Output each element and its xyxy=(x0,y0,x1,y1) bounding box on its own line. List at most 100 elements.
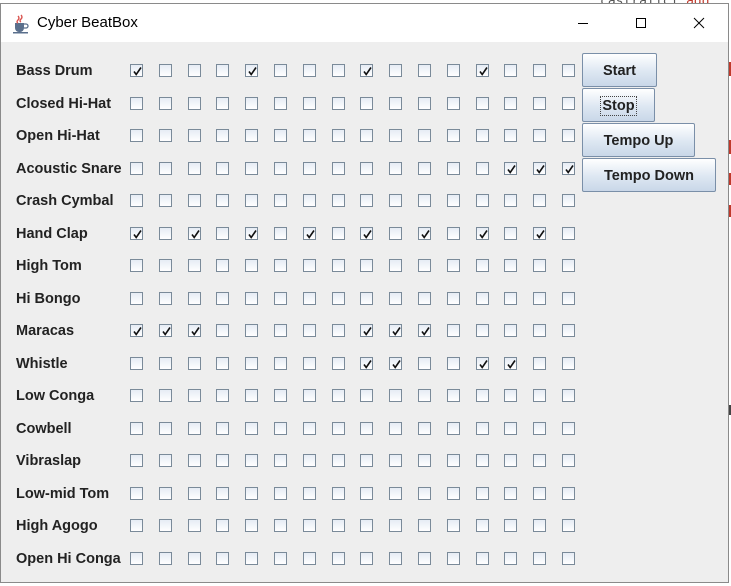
beat-checkbox[interactable] xyxy=(245,422,258,435)
beat-checkbox[interactable] xyxy=(188,389,201,402)
beat-checkbox[interactable] xyxy=(562,259,575,272)
minimize-button[interactable] xyxy=(554,4,612,42)
beat-checkbox[interactable] xyxy=(159,519,172,532)
beat-checkbox[interactable] xyxy=(274,324,287,337)
beat-checkbox[interactable] xyxy=(216,357,229,370)
beat-checkbox[interactable] xyxy=(130,129,143,142)
beat-checkbox[interactable] xyxy=(389,519,402,532)
beat-checkbox[interactable] xyxy=(447,552,460,565)
beat-checkbox[interactable] xyxy=(562,324,575,337)
tempo-up-button[interactable]: Tempo Up xyxy=(582,123,695,157)
close-button[interactable] xyxy=(670,4,728,42)
beat-checkbox[interactable] xyxy=(389,194,402,207)
beat-checkbox[interactable] xyxy=(389,357,402,370)
beat-checkbox[interactable] xyxy=(303,357,316,370)
beat-checkbox[interactable] xyxy=(476,162,489,175)
beat-checkbox[interactable] xyxy=(447,194,460,207)
beat-checkbox[interactable] xyxy=(360,162,373,175)
beat-checkbox[interactable] xyxy=(303,227,316,240)
beat-checkbox[interactable] xyxy=(245,292,258,305)
beat-checkbox[interactable] xyxy=(188,357,201,370)
beat-checkbox[interactable] xyxy=(130,487,143,500)
beat-checkbox[interactable] xyxy=(159,357,172,370)
beat-checkbox[interactable] xyxy=(216,389,229,402)
beat-checkbox[interactable] xyxy=(476,389,489,402)
beat-checkbox[interactable] xyxy=(476,129,489,142)
beat-checkbox[interactable] xyxy=(533,227,546,240)
beat-checkbox[interactable] xyxy=(188,97,201,110)
stop-button[interactable]: Stop xyxy=(582,88,655,122)
beat-checkbox[interactable] xyxy=(332,259,345,272)
beat-checkbox[interactable] xyxy=(447,292,460,305)
beat-checkbox[interactable] xyxy=(130,97,143,110)
beat-checkbox[interactable] xyxy=(562,422,575,435)
beat-checkbox[interactable] xyxy=(562,97,575,110)
beat-checkbox[interactable] xyxy=(418,519,431,532)
beat-checkbox[interactable] xyxy=(533,129,546,142)
beat-checkbox[interactable] xyxy=(159,292,172,305)
beat-checkbox[interactable] xyxy=(332,292,345,305)
beat-checkbox[interactable] xyxy=(188,324,201,337)
beat-checkbox[interactable] xyxy=(476,454,489,467)
beat-checkbox[interactable] xyxy=(360,552,373,565)
beat-checkbox[interactable] xyxy=(447,389,460,402)
beat-checkbox[interactable] xyxy=(418,389,431,402)
beat-checkbox[interactable] xyxy=(360,97,373,110)
beat-checkbox[interactable] xyxy=(130,162,143,175)
beat-checkbox[interactable] xyxy=(159,97,172,110)
beat-checkbox[interactable] xyxy=(389,259,402,272)
beat-checkbox[interactable] xyxy=(447,519,460,532)
beat-checkbox[interactable] xyxy=(274,357,287,370)
beat-checkbox[interactable] xyxy=(504,162,517,175)
beat-checkbox[interactable] xyxy=(504,487,517,500)
beat-checkbox[interactable] xyxy=(360,454,373,467)
beat-checkbox[interactable] xyxy=(504,422,517,435)
beat-checkbox[interactable] xyxy=(303,97,316,110)
beat-checkbox[interactable] xyxy=(159,162,172,175)
beat-checkbox[interactable] xyxy=(130,64,143,77)
beat-checkbox[interactable] xyxy=(418,227,431,240)
beat-checkbox[interactable] xyxy=(533,487,546,500)
beat-checkbox[interactable] xyxy=(360,389,373,402)
beat-checkbox[interactable] xyxy=(303,259,316,272)
beat-checkbox[interactable] xyxy=(188,194,201,207)
beat-checkbox[interactable] xyxy=(389,487,402,500)
beat-checkbox[interactable] xyxy=(533,389,546,402)
beat-checkbox[interactable] xyxy=(130,357,143,370)
beat-checkbox[interactable] xyxy=(245,97,258,110)
beat-checkbox[interactable] xyxy=(504,519,517,532)
beat-checkbox[interactable] xyxy=(188,64,201,77)
beat-checkbox[interactable] xyxy=(130,389,143,402)
beat-checkbox[interactable] xyxy=(303,129,316,142)
beat-checkbox[interactable] xyxy=(389,389,402,402)
beat-checkbox[interactable] xyxy=(159,389,172,402)
beat-checkbox[interactable] xyxy=(216,259,229,272)
beat-checkbox[interactable] xyxy=(274,97,287,110)
beat-checkbox[interactable] xyxy=(562,292,575,305)
beat-checkbox[interactable] xyxy=(274,227,287,240)
beat-checkbox[interactable] xyxy=(447,227,460,240)
beat-checkbox[interactable] xyxy=(303,454,316,467)
beat-checkbox[interactable] xyxy=(533,552,546,565)
beat-checkbox[interactable] xyxy=(303,162,316,175)
beat-checkbox[interactable] xyxy=(332,519,345,532)
beat-checkbox[interactable] xyxy=(188,454,201,467)
beat-checkbox[interactable] xyxy=(562,487,575,500)
beat-checkbox[interactable] xyxy=(476,487,489,500)
beat-checkbox[interactable] xyxy=(159,227,172,240)
beat-checkbox[interactable] xyxy=(216,97,229,110)
beat-checkbox[interactable] xyxy=(562,519,575,532)
beat-checkbox[interactable] xyxy=(389,129,402,142)
beat-checkbox[interactable] xyxy=(476,324,489,337)
beat-checkbox[interactable] xyxy=(562,64,575,77)
beat-checkbox[interactable] xyxy=(274,519,287,532)
beat-checkbox[interactable] xyxy=(476,292,489,305)
beat-checkbox[interactable] xyxy=(159,454,172,467)
beat-checkbox[interactable] xyxy=(476,422,489,435)
beat-checkbox[interactable] xyxy=(476,97,489,110)
beat-checkbox[interactable] xyxy=(447,129,460,142)
tempo-down-button[interactable]: Tempo Down xyxy=(582,158,716,192)
beat-checkbox[interactable] xyxy=(389,292,402,305)
beat-checkbox[interactable] xyxy=(504,324,517,337)
beat-checkbox[interactable] xyxy=(216,194,229,207)
